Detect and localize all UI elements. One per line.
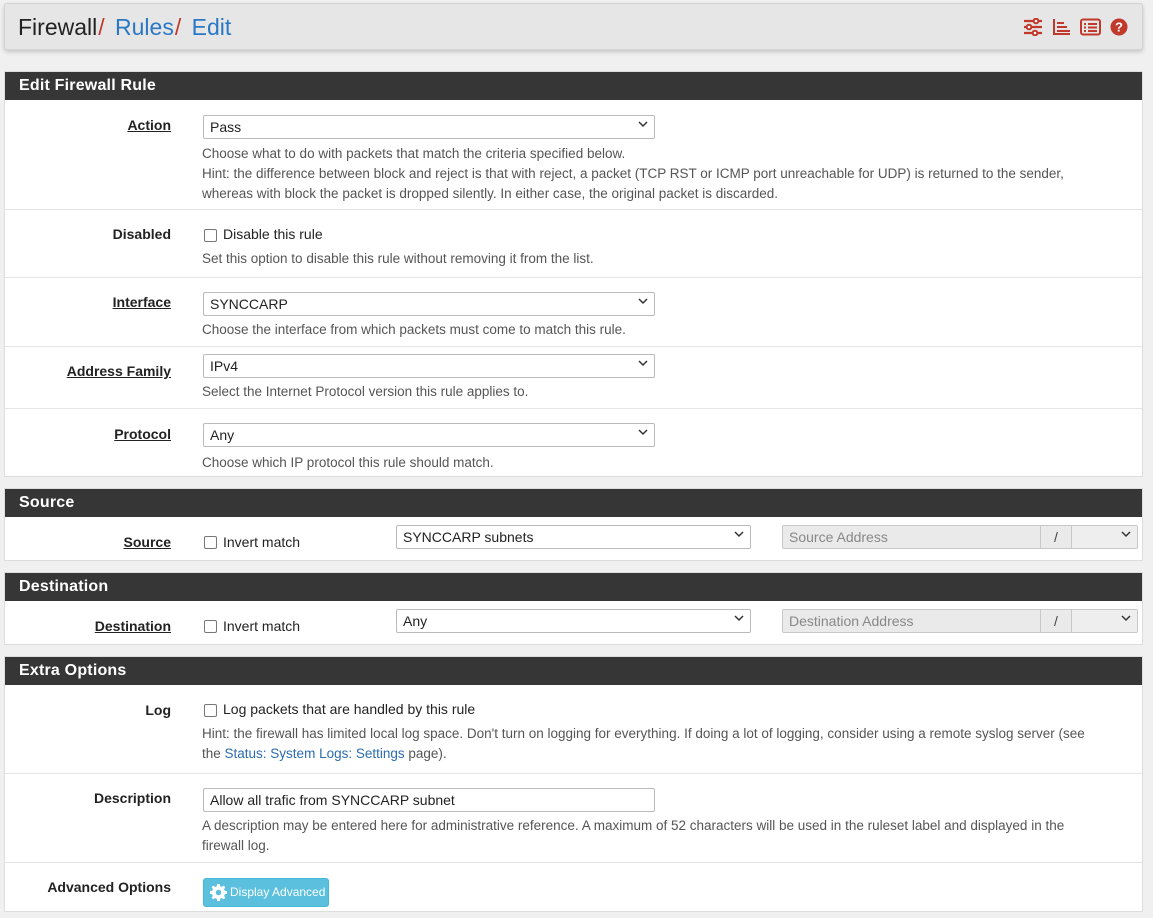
source-panel: Source Source Invert match SYNCCARP subn… [4,488,1143,561]
interface-label: Interface [112,294,171,310]
log-help: Hint: the firewall has limited local log… [202,724,1085,764]
advanced-options-label: Advanced Options [47,879,171,895]
destination-mask-separator: / [1040,610,1071,632]
source-address-input[interactable]: Source Address [789,529,888,545]
disabled-label: Disabled [112,226,171,242]
chevron-down-icon [638,429,648,436]
breadcrumb-separator: / [174,14,182,40]
chevron-down-icon [638,360,648,367]
edit-rule-panel: Edit Firewall Rule Action Pass Choose wh… [4,71,1143,477]
source-mask-separator: / [1040,526,1071,548]
destination-label: Destination [94,618,171,634]
log-help-line: Hint: the firewall has limited local log… [202,726,1085,741]
description-help-line: firewall log. [202,838,270,853]
disabled-help: Set this option to disable this rule wit… [202,251,594,266]
chevron-down-icon [1121,531,1131,538]
destination-type-value: Any [403,613,428,629]
description-input[interactable]: Allow all trafic from SYNCCARP subnet [203,788,655,812]
breadcrumb-edit-link[interactable]: Edit [192,14,232,40]
action-row: Action Pass Choose what to do with packe… [5,100,1142,209]
interface-select-value: SYNCCARP [210,296,288,312]
address-family-select[interactable]: IPv4 [203,354,655,378]
advanced-options-row: Advanced Options Display Advanced [5,862,1142,912]
chevron-down-icon [734,615,744,622]
breadcrumb-rules-link[interactable]: Rules [115,14,174,40]
protocol-label: Protocol [114,426,171,442]
action-help-line: Hint: the difference between block and r… [202,166,1064,181]
source-type-select[interactable]: SYNCCARP subnets [396,525,751,549]
gear-icon [210,884,227,901]
chevron-down-icon [638,121,648,128]
chevron-down-icon [638,298,648,305]
log-help-text: the [202,746,225,761]
description-row: Description Allow all trafic from SYNCCA… [5,773,1142,862]
destination-mask-select[interactable] [1071,610,1137,632]
destination-invert-label[interactable]: Invert match [223,618,300,634]
description-help: A description may be entered here for ad… [202,816,1064,856]
action-help: Choose what to do with packets that matc… [202,144,1064,204]
chevron-down-icon [734,531,744,538]
source-invert-checkbox[interactable] [204,536,217,549]
disable-rule-checkbox-label[interactable]: Disable this rule [223,226,323,242]
log-checkbox-label[interactable]: Log packets that are handled by this rul… [223,701,475,717]
action-help-line: whereas with block the packet is dropped… [202,186,779,201]
action-select-value: Pass [210,119,242,135]
source-panel-title: Source [5,489,1142,517]
interface-select[interactable]: SYNCCARP [203,292,655,316]
action-select[interactable]: Pass [203,115,655,139]
source-row: Source Invert match SYNCCARP subnets Sou… [5,517,1142,561]
log-checkbox[interactable] [204,704,217,717]
extra-options-panel-title: Extra Options [5,657,1142,685]
display-advanced-button[interactable]: Display Advanced [203,878,329,907]
page-header: Firewall/ Rules/ Edit ? [4,3,1143,50]
disabled-row: Disabled Disable this rule Set this opti… [5,209,1142,277]
list-icon[interactable] [1080,18,1101,36]
log-help-line: the Status: System Logs: Settings page). [202,744,1085,764]
source-address-group: Source Address / [782,525,1138,549]
help-icon[interactable]: ? [1110,18,1128,36]
source-label: Source [123,534,171,550]
address-family-label: Address Family [66,363,171,379]
edit-rule-panel-title: Edit Firewall Rule [5,72,1142,100]
display-advanced-button-label: Display Advanced [230,885,326,899]
protocol-row: Protocol Any Choose which IP protocol th… [5,408,1142,476]
address-family-select-value: IPv4 [210,358,239,374]
description-help-line: A description may be entered here for ad… [202,818,1065,833]
action-help-line: Choose what to do with packets that matc… [202,146,626,161]
destination-address-input[interactable]: Destination Address [789,613,914,629]
svg-text:?: ? [1115,20,1123,35]
source-invert-label[interactable]: Invert match [223,534,300,550]
breadcrumb-firewall: Firewall [18,14,98,40]
chevron-down-icon [1121,615,1131,622]
log-help-text: page). [404,746,447,761]
destination-type-select[interactable]: Any [396,609,751,633]
extra-options-panel: Extra Options Log Log packets that are h… [4,656,1143,912]
destination-panel: Destination Destination Invert match Any… [4,572,1143,645]
action-label: Action [127,117,171,133]
sliders-icon[interactable] [1023,18,1043,36]
system-logs-settings-link[interactable]: Status: System Logs: Settings [225,746,405,761]
address-family-row: Address Family IPv4 Select the Internet … [5,346,1142,408]
destination-address-group: Destination Address / [782,609,1138,633]
source-type-value: SYNCCARP subnets [403,529,534,545]
destination-row: Destination Invert match Any Destination… [5,601,1142,645]
breadcrumb: Firewall/ Rules/ Edit [18,14,231,41]
protocol-select-value: Any [210,427,235,443]
log-label: Log [145,702,171,718]
description-label: Description [93,790,171,806]
disable-rule-checkbox[interactable] [204,229,217,242]
bar-chart-icon[interactable] [1052,18,1071,36]
protocol-help: Choose which IP protocol this rule shoul… [202,455,494,470]
source-mask-select[interactable] [1071,526,1137,548]
interface-row: Interface SYNCCARP Choose the interface … [5,277,1142,346]
destination-panel-title: Destination [5,573,1142,601]
log-row: Log Log packets that are handled by this… [5,685,1142,773]
destination-invert-checkbox[interactable] [204,620,217,633]
address-family-help: Select the Internet Protocol version thi… [202,384,529,399]
protocol-select[interactable]: Any [203,423,655,447]
interface-help: Choose the interface from which packets … [202,322,626,337]
breadcrumb-separator: / [98,14,105,40]
header-icon-bar: ? [1023,18,1128,36]
